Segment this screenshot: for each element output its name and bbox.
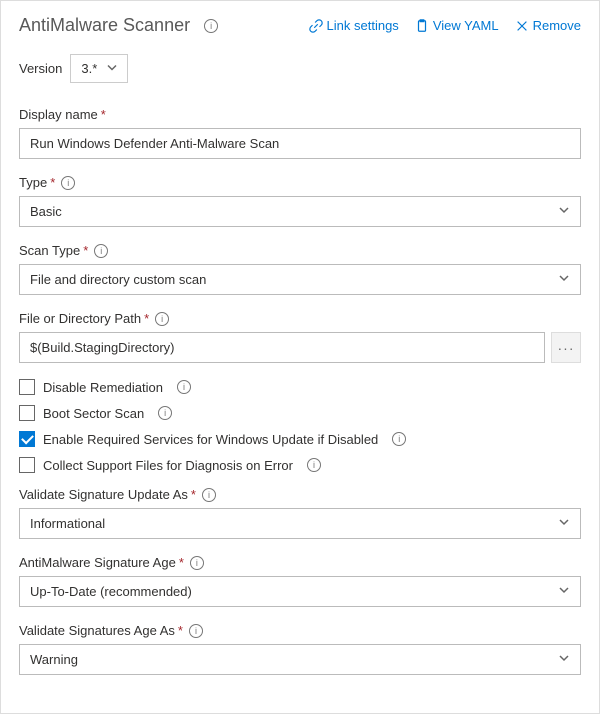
link-icon <box>309 19 323 33</box>
version-row: Version 3.* <box>19 54 581 83</box>
validate-sig-age-field: Validate Signatures Age As*i Warning <box>19 623 581 675</box>
info-icon[interactable]: i <box>158 406 172 420</box>
sig-age-select[interactable]: Up-To-Date (recommended) <box>19 576 581 607</box>
boot-sector-row: Boot Sector Scan i <box>19 405 581 421</box>
info-icon[interactable]: i <box>202 488 216 502</box>
type-select[interactable]: Basic <box>19 196 581 227</box>
type-field: Type*i Basic <box>19 175 581 227</box>
info-icon[interactable]: i <box>61 176 75 190</box>
task-settings-panel: AntiMalware Scanner i Link settings View… <box>0 0 600 714</box>
browse-button[interactable]: ··· <box>551 332 581 363</box>
scan-type-select[interactable]: File and directory custom scan <box>19 264 581 295</box>
panel-header: AntiMalware Scanner i Link settings View… <box>19 15 581 36</box>
scan-type-field: Scan Type*i File and directory custom sc… <box>19 243 581 295</box>
remove-button[interactable]: Remove <box>515 18 581 33</box>
info-icon[interactable]: i <box>177 380 191 394</box>
chevron-down-icon <box>558 516 570 531</box>
info-icon[interactable]: i <box>189 624 203 638</box>
path-input[interactable] <box>19 332 545 363</box>
chevron-down-icon <box>558 584 570 599</box>
disable-remediation-row: Disable Remediation i <box>19 379 581 395</box>
enable-services-row: Enable Required Services for Windows Upd… <box>19 431 581 447</box>
chevron-down-icon <box>558 272 570 287</box>
validate-sig-update-field: Validate Signature Update As*i Informati… <box>19 487 581 539</box>
collect-support-row: Collect Support Files for Diagnosis on E… <box>19 457 581 473</box>
link-settings-button[interactable]: Link settings <box>309 18 399 33</box>
panel-title: AntiMalware Scanner <box>19 15 190 36</box>
info-icon[interactable]: i <box>190 556 204 570</box>
disable-remediation-checkbox[interactable] <box>19 379 35 395</box>
validate-sig-update-select[interactable]: Informational <box>19 508 581 539</box>
sig-age-field: AntiMalware Signature Age*i Up-To-Date (… <box>19 555 581 607</box>
header-actions: Link settings View YAML Remove <box>309 18 581 33</box>
collect-support-checkbox[interactable] <box>19 457 35 473</box>
validate-sig-age-select[interactable]: Warning <box>19 644 581 675</box>
info-icon[interactable]: i <box>392 432 406 446</box>
version-select[interactable]: 3.* <box>70 54 128 83</box>
display-name-input[interactable] <box>19 128 581 159</box>
info-icon[interactable]: i <box>155 312 169 326</box>
path-field: File or Directory Path*i ··· <box>19 311 581 363</box>
display-name-field: Display name* <box>19 107 581 159</box>
view-yaml-button[interactable]: View YAML <box>415 18 499 33</box>
info-icon[interactable]: i <box>204 19 218 33</box>
chevron-down-icon <box>558 204 570 219</box>
clipboard-icon <box>415 19 429 33</box>
checkbox-group: Disable Remediation i Boot Sector Scan i… <box>19 379 581 473</box>
info-icon[interactable]: i <box>94 244 108 258</box>
version-label: Version <box>19 61 62 76</box>
required-mark: * <box>101 107 106 122</box>
boot-sector-checkbox[interactable] <box>19 405 35 421</box>
chevron-down-icon <box>558 652 570 667</box>
info-icon[interactable]: i <box>307 458 321 472</box>
close-icon <box>515 19 529 33</box>
enable-services-checkbox[interactable] <box>19 431 35 447</box>
